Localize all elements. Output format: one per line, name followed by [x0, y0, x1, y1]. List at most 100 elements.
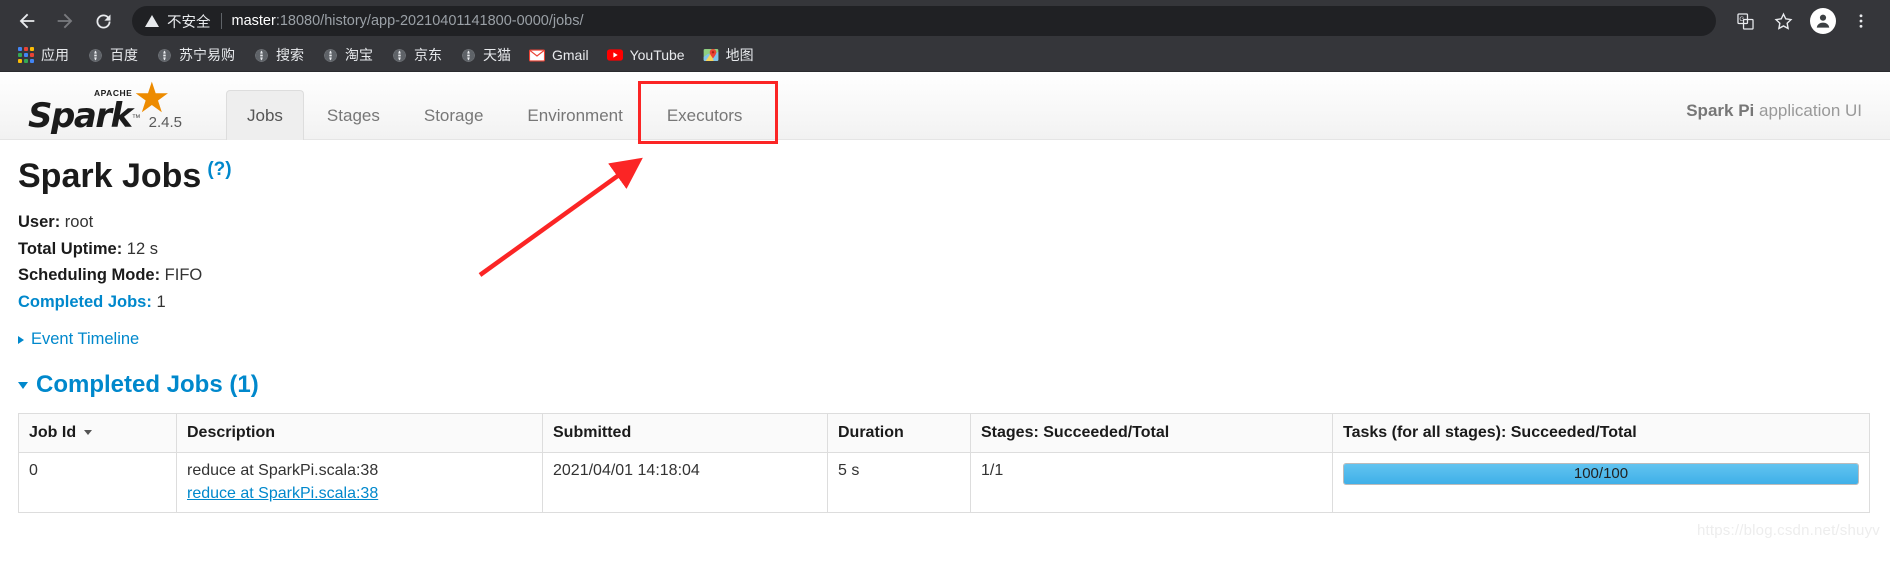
- svg-text:G: G: [1739, 16, 1744, 23]
- chevron-down-icon: [18, 382, 28, 390]
- page-title: Spark Jobs (?): [18, 157, 1868, 195]
- not-secure-warning-icon: [144, 13, 160, 29]
- forward-button[interactable]: [48, 4, 82, 38]
- help-link[interactable]: (?): [207, 159, 231, 180]
- bookmarks-bar: 应用 百度 苏宁易购 搜索 淘宝 京东 天猫 Gmail YouTube 地图: [0, 42, 1890, 72]
- tab-jobs[interactable]: Jobs: [226, 90, 304, 140]
- bookmark-youtube[interactable]: YouTube: [599, 44, 693, 66]
- cell-description: reduce at SparkPi.scala:38 reduce at Spa…: [176, 452, 543, 514]
- apps-grid-icon: [18, 47, 34, 63]
- column-header-submitted[interactable]: Submitted: [542, 413, 828, 454]
- translate-icon[interactable]: G: [1730, 6, 1760, 36]
- summary-value: 1: [151, 292, 166, 311]
- bookmark-tmall[interactable]: 天猫: [452, 42, 519, 68]
- summary-label: Total Uptime:: [18, 239, 123, 258]
- bookmark-star-icon[interactable]: [1768, 6, 1798, 36]
- tasks-progress-bar: 100/100: [1343, 463, 1859, 486]
- application-ui-label: Spark Pi application UI: [1686, 101, 1890, 139]
- table-header-row: Job Id Description Submitted Duration St…: [18, 413, 1870, 454]
- bookmark-taobao[interactable]: 淘宝: [314, 42, 381, 68]
- spark-star-icon: ★: [133, 74, 171, 121]
- tab-label: Executors: [666, 106, 743, 125]
- chevron-right-icon: [18, 335, 24, 344]
- globe-icon: [460, 47, 476, 63]
- bookmark-label: Gmail: [552, 47, 589, 63]
- event-timeline-label: Event Timeline: [31, 330, 140, 349]
- bookmark-baidu[interactable]: 百度: [79, 42, 146, 68]
- globe-icon: [391, 47, 407, 63]
- address-bar[interactable]: 不安全 master:18080/history/app-20210401141…: [132, 6, 1716, 36]
- cell-submitted: 2021/04/01 14:18:04: [542, 452, 828, 514]
- bookmark-label: 京东: [414, 47, 442, 63]
- profile-avatar[interactable]: [1810, 8, 1836, 34]
- tab-executors[interactable]: Executors: [637, 81, 778, 144]
- youtube-icon: [606, 47, 623, 63]
- url-host: master: [231, 13, 276, 29]
- bookmark-label: 淘宝: [345, 47, 373, 63]
- summary-scheduling-mode: Scheduling Mode: FIFO: [18, 264, 1868, 287]
- bookmark-gmail[interactable]: Gmail: [521, 44, 597, 66]
- spark-navbar: APACHE ★ Spark™ 2.4.5 Jobs Stages Storag…: [0, 72, 1890, 144]
- tab-label: Storage: [423, 106, 484, 125]
- column-header-description[interactable]: Description: [176, 413, 543, 454]
- reload-button[interactable]: [86, 4, 120, 38]
- spark-content: Spark Jobs (?) User: root Total Uptime: 1…: [0, 140, 1890, 514]
- watermark: https://blog.csdn.net/shuyv: [1696, 522, 1880, 539]
- completed-jobs-section-toggle[interactable]: Completed Jobs (1): [18, 371, 1868, 399]
- bookmark-label: 苏宁易购: [179, 47, 235, 63]
- cell-duration: 5 s: [827, 452, 971, 514]
- bookmark-label: 应用: [41, 47, 69, 63]
- cell-stages: 1/1: [970, 452, 1333, 514]
- summary-value: FIFO: [160, 266, 203, 285]
- summary-label: User:: [18, 213, 61, 232]
- spark-web-ui: APACHE ★ Spark™ 2.4.5 Jobs Stages Storag…: [0, 72, 1890, 545]
- browser-toolbar: 不安全 master:18080/history/app-20210401141…: [0, 0, 1890, 42]
- summary-label: Completed Jobs:: [18, 292, 152, 311]
- tab-label: Stages: [326, 106, 380, 125]
- back-button[interactable]: [10, 4, 44, 38]
- bookmark-maps[interactable]: 地图: [695, 42, 762, 68]
- description-text: reduce at SparkPi.scala:38: [187, 462, 379, 480]
- bookmark-suning[interactable]: 苏宁易购: [148, 42, 243, 68]
- tab-stages[interactable]: Stages: [306, 90, 401, 140]
- summary-completed-jobs[interactable]: Completed Jobs: 1: [18, 291, 1868, 314]
- tab-label: Environment: [527, 106, 623, 125]
- page-title-text: Spark Jobs: [18, 157, 202, 195]
- cell-tasks: 100/100: [1332, 452, 1870, 514]
- bookmark-apps[interactable]: 应用: [10, 42, 77, 68]
- bookmark-label: 地图: [725, 47, 754, 63]
- tab-storage[interactable]: Storage: [403, 90, 505, 140]
- cell-job-id: 0: [18, 452, 177, 514]
- tab-environment[interactable]: Environment: [506, 90, 643, 140]
- column-header-stages[interactable]: Stages: Succeeded/Total: [970, 413, 1333, 454]
- application-ui-suffix: application UI: [1754, 101, 1862, 120]
- bookmark-search[interactable]: 搜索: [245, 42, 312, 68]
- not-secure-label: 不安全: [167, 14, 211, 31]
- completed-jobs-table: Job Id Description Submitted Duration St…: [18, 413, 1870, 514]
- application-name: Spark Pi: [1686, 101, 1755, 120]
- event-timeline-toggle[interactable]: Event Timeline: [18, 330, 1868, 349]
- spark-logo: APACHE ★ Spark™: [28, 77, 171, 134]
- url-path: :18080/history/app-20210401141800-0000/j…: [275, 13, 584, 29]
- url-text: master:18080/history/app-20210401141800-…: [232, 13, 584, 29]
- column-header-tasks[interactable]: Tasks (for all stages): Succeeded/Total: [1332, 413, 1870, 454]
- spark-nav-tabs: Jobs Stages Storage Environment Executor…: [226, 72, 1686, 144]
- column-header-job-id[interactable]: Job Id: [18, 413, 177, 454]
- spark-brand[interactable]: APACHE ★ Spark™ 2.4.5: [0, 77, 226, 139]
- tab-label: Jobs: [247, 106, 283, 125]
- chrome-menu-icon[interactable]: [1846, 6, 1876, 36]
- tasks-progress-label: 100/100: [1573, 465, 1629, 483]
- summary-value: root: [60, 213, 94, 232]
- column-header-duration[interactable]: Duration: [827, 413, 971, 454]
- bookmark-label: 搜索: [276, 47, 304, 63]
- bookmark-jd[interactable]: 京东: [383, 42, 450, 68]
- summary-label: Scheduling Mode:: [18, 266, 161, 285]
- summary-user: User: root: [18, 211, 1868, 234]
- column-label: Job Id: [29, 424, 77, 442]
- browser-chrome: 不安全 master:18080/history/app-20210401141…: [0, 0, 1890, 72]
- globe-icon: [87, 47, 103, 63]
- sort-descending-icon: [84, 430, 93, 436]
- apache-label: APACHE: [94, 88, 133, 98]
- description-link[interactable]: reduce at SparkPi.scala:38: [187, 485, 532, 503]
- completed-jobs-label: Completed Jobs (1): [36, 371, 259, 399]
